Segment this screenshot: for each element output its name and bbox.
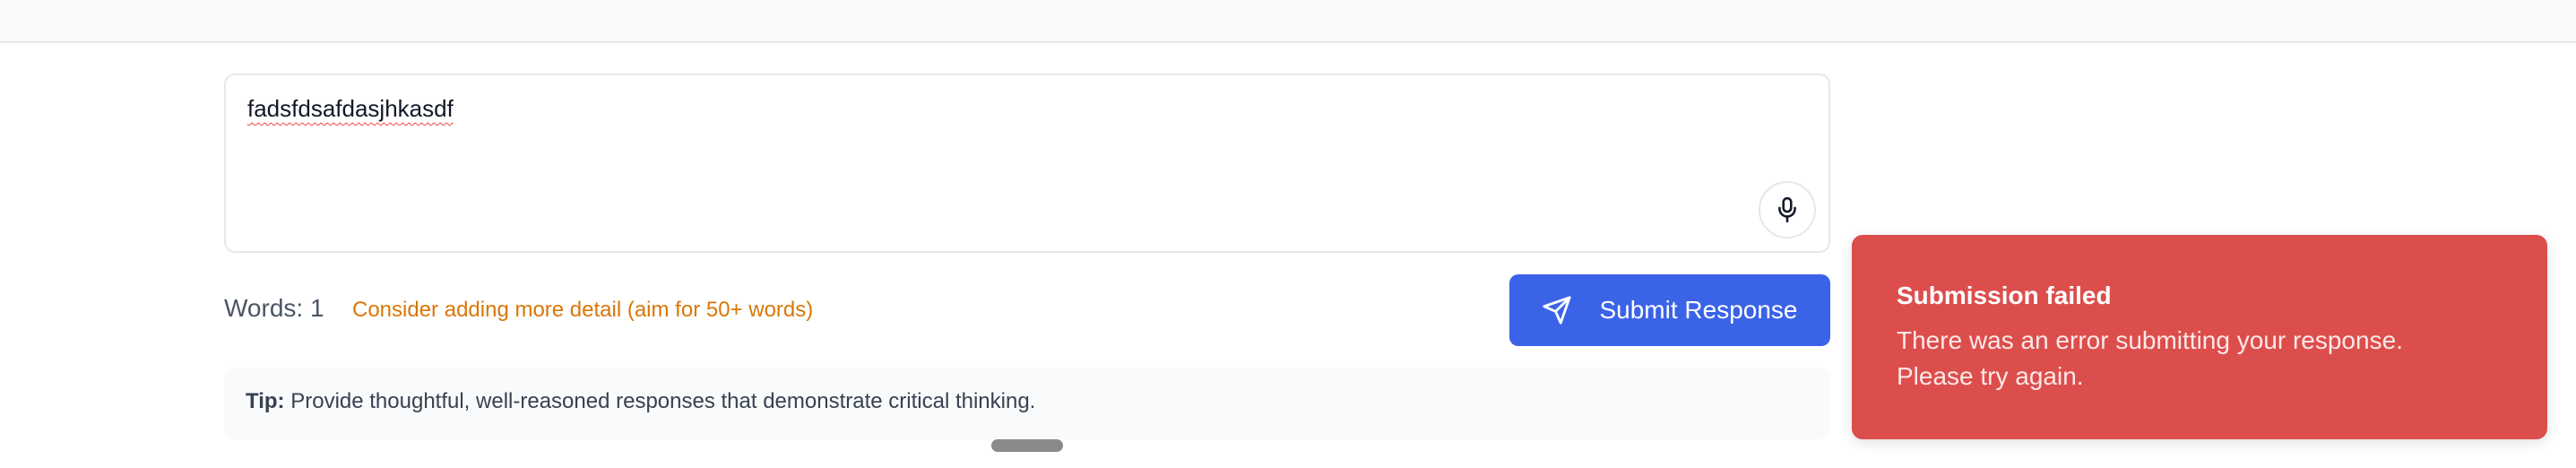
response-textarea[interactable]: fadsfdsafdasjhkasdf	[224, 74, 1830, 253]
tip-prefix: Tip:	[246, 389, 285, 413]
microphone-button[interactable]	[1759, 181, 1816, 238]
word-count-hint: Consider adding more detail (aim for 50+…	[352, 298, 814, 322]
top-bar	[0, 0, 2576, 43]
response-text[interactable]: fadsfdsafdasjhkasdf	[247, 95, 454, 123]
word-count: Words: 1	[224, 294, 324, 322]
error-toast: Submission failed There was an error sub…	[1852, 235, 2547, 439]
submit-response-button[interactable]: Submit Response	[1509, 274, 1830, 346]
toast-title: Submission failed	[1897, 282, 2112, 309]
tip-text: Provide thoughtful, well-reasoned respon…	[284, 389, 1036, 413]
send-icon	[1542, 295, 1572, 325]
resize-handle[interactable]	[991, 439, 1063, 452]
toast-message: There was an error submitting your respo…	[1897, 326, 2403, 390]
submit-button-label: Submit Response	[1599, 296, 1798, 324]
tip-box: Tip: Provide thoughtful, well-reasoned r…	[224, 368, 1830, 439]
microphone-icon	[1776, 196, 1799, 223]
